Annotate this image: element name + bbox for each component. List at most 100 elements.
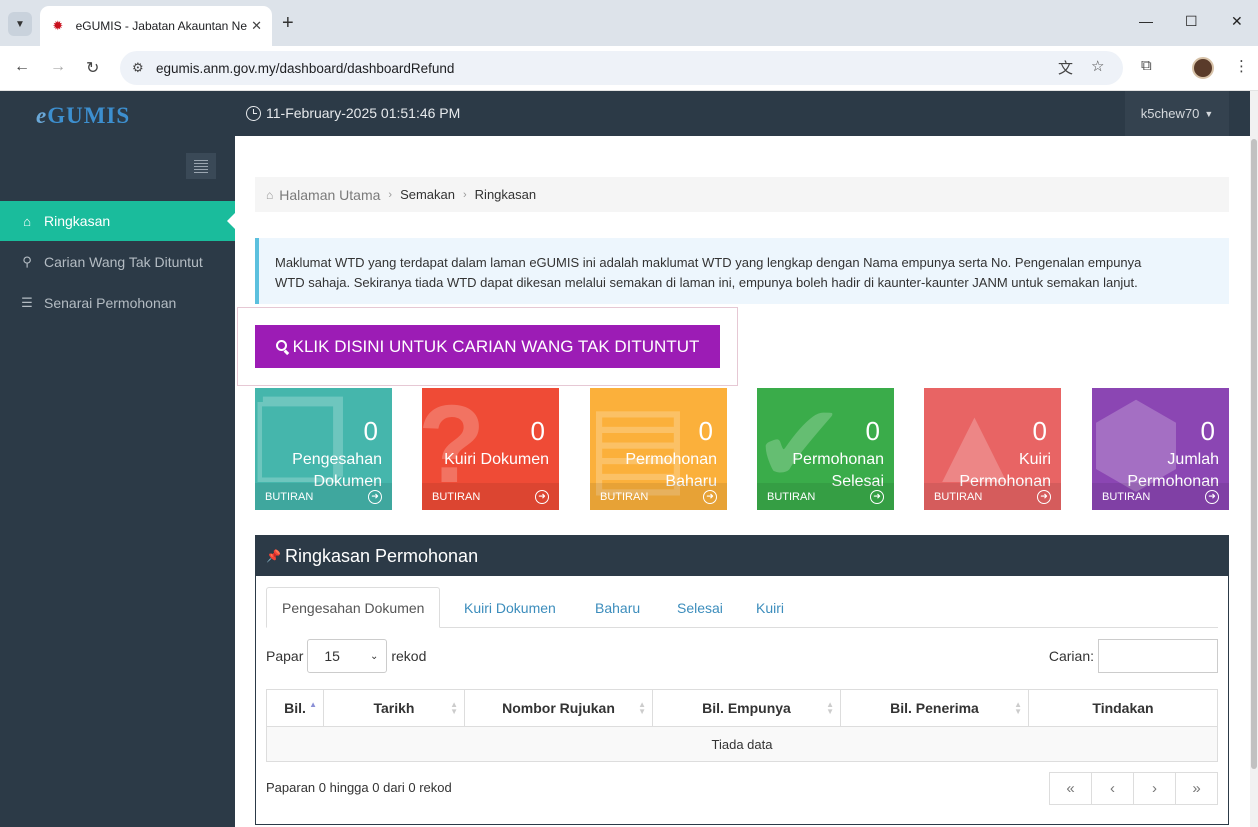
translate-icon[interactable]: 文 <box>1058 57 1073 78</box>
datetime-text: 11-February-2025 01:51:46 PM <box>266 105 461 121</box>
address-bar[interactable]: ⚙ egumis.anm.gov.my/dashboard/dashboardR… <box>120 51 1123 85</box>
page-length-select[interactable]: 15 ⌄ <box>307 639 388 673</box>
breadcrumb-semakan[interactable]: Semakan <box>400 187 455 202</box>
tile-kuiri-permohonan[interactable]: ▲ 0 Kuiri Permohonan BUTIRAN ➜ <box>924 388 1061 510</box>
sidebar-toggle-icon[interactable] <box>186 153 216 179</box>
sort-icon: ▲ ▼ <box>638 700 646 716</box>
page-scrollbar[interactable] <box>1250 91 1258 827</box>
next-page-button[interactable]: › <box>1133 772 1176 805</box>
chevron-down-icon: ▼ <box>1204 108 1214 119</box>
browser-tab[interactable]: ✹ eGUMIS - Jabatan Akauntan Ne ✕ <box>40 6 272 46</box>
breadcrumb-ringkasan: Ringkasan <box>474 187 537 202</box>
search-icon <box>275 340 287 351</box>
previous-page-button[interactable]: ‹ <box>1091 772 1134 805</box>
list-icon: ☰ <box>21 295 33 310</box>
tile-pengesahan-dokumen[interactable]: ❐ 0 Pengesahan Dokumen BUTIRAN ➜ <box>255 388 392 510</box>
sort-icon: ▲ ▼ <box>826 700 834 716</box>
sidebar-item-label: Senarai Permohonan <box>44 295 177 311</box>
cta-label: KLIK DISINI UNTUK CARIAN WANG TAK DITUNT… <box>292 336 700 356</box>
breadcrumb-home[interactable]: Halaman Utama <box>279 187 380 203</box>
tile-details-link[interactable]: BUTIRAN ➜ <box>422 483 559 510</box>
tile-permohonan-baharu[interactable]: ▤ 0 Permohonan Baharu BUTIRAN ➜ <box>590 388 727 510</box>
sidebar-item-label: Carian Wang Tak Dituntut <box>44 254 203 270</box>
applications-table: Bil. ▲ Tarikh ▲ ▼ Nombor Rujukan ▲ ▼ Bil. Emp… <box>266 689 1218 762</box>
tab-pengesahan-dokumen[interactable]: Pengesahan Dokumen <box>266 587 441 628</box>
arrow-right-icon: ➜ <box>1205 489 1219 504</box>
length-suffix: rekod <box>391 648 427 664</box>
column-header-bil-empunya[interactable]: Bil. Empunya ▲ ▼ <box>652 689 841 727</box>
tile-kuiri-dokumen[interactable]: ? 0 Kuiri Dokumen BUTIRAN ➜ <box>422 388 559 510</box>
breadcrumb-separator-icon: › <box>388 188 393 201</box>
chevron-down-icon: ⌄ <box>369 650 379 662</box>
site-info-icon[interactable]: ⚙ <box>132 60 152 76</box>
user-menu-dropdown[interactable]: k5chew70 ▼ <box>1125 91 1229 136</box>
tab-kuiri[interactable]: Kuiri <box>741 587 799 628</box>
tab-close-icon[interactable]: ✕ <box>251 18 262 34</box>
app-root: eGUMIS 11-February-2025 01:51:46 PM k5ch… <box>0 91 1258 827</box>
panel-header: 📌 Ringkasan Permohonan <box>256 536 1228 576</box>
home-icon: ⌂ <box>23 213 31 229</box>
search-unclaimed-money-button[interactable]: KLIK DISINI UNTUK CARIAN WANG TAK DITUNT… <box>255 325 720 368</box>
search-label: Carian: <box>1048 648 1094 664</box>
browser-menu-icon[interactable]: ⋮ <box>1234 57 1249 75</box>
tile-details-link[interactable]: BUTIRAN ➜ <box>255 483 392 510</box>
info-notice: Maklumat WTD yang terdapat dalam laman e… <box>255 238 1229 304</box>
empty-table-message: Tiada data <box>266 726 1218 762</box>
sidebar-item-label: Ringkasan <box>44 213 111 229</box>
maximize-icon[interactable]: ☐ <box>1185 13 1198 30</box>
breadcrumb: ⌂ Halaman Utama › Semakan › Ringkasan <box>255 177 1229 212</box>
column-header-tindakan: Tindakan <box>1028 689 1218 727</box>
length-prefix: Papar <box>266 648 304 664</box>
sort-icon: ▲ ▼ <box>450 700 458 716</box>
tile-details-link[interactable]: BUTIRAN ➜ <box>1092 483 1229 510</box>
new-tab-icon[interactable]: + <box>282 12 294 34</box>
scrollbar-thumb[interactable] <box>1251 139 1257 769</box>
url-text[interactable]: egumis.anm.gov.my/dashboard/dashboardRef… <box>156 61 454 76</box>
tab-baharu[interactable]: Baharu <box>580 587 655 628</box>
pagination: « ‹ › » <box>1049 772 1218 805</box>
tile-count: 0 <box>530 416 545 446</box>
minimize-icon[interactable]: — <box>1139 13 1153 29</box>
close-window-icon[interactable]: ✕ <box>1231 13 1243 30</box>
sidebar-item-ringkasan[interactable]: ⌂ Ringkasan <box>0 201 235 241</box>
browser-toolbar: ← → ↻ ⚙ egumis.anm.gov.my/dashboard/dash… <box>0 46 1258 91</box>
first-page-button[interactable]: « <box>1049 772 1092 805</box>
main-content: ⌂ Halaman Utama › Semakan › Ringkasan Ma… <box>235 136 1250 827</box>
tab-selesai[interactable]: Selesai <box>662 587 738 628</box>
notice-line-1: Maklumat WTD yang terdapat dalam laman e… <box>275 255 1142 270</box>
last-page-button[interactable]: » <box>1175 772 1218 805</box>
tab-search-chevron-icon[interactable]: ▼ <box>8 12 32 36</box>
column-header-bil-penerima[interactable]: Bil. Penerima ▲ ▼ <box>840 689 1029 727</box>
breadcrumb-separator-icon: › <box>463 188 467 201</box>
panel-tabs: Pengesahan Dokumen Kuiri Dokumen Baharu … <box>266 587 1218 628</box>
tile-details-link[interactable]: BUTIRAN ➜ <box>590 483 727 510</box>
tile-count: 0 <box>698 416 713 446</box>
sidebar-item-carian[interactable]: ⚲ Carian Wang Tak Dituntut <box>0 242 235 282</box>
search-icon: ⚲ <box>22 254 32 269</box>
sidebar-item-senarai[interactable]: ☰ Senarai Permohonan <box>0 283 235 323</box>
current-datetime: 11-February-2025 01:51:46 PM <box>246 105 460 121</box>
pin-icon: 📌 <box>266 549 281 563</box>
table-search-input[interactable] <box>1098 639 1218 673</box>
table-row: Tiada data <box>266 726 1218 762</box>
bookmark-star-icon[interactable]: ☆ <box>1091 57 1104 75</box>
extensions-icon[interactable]: ⧉ <box>1141 57 1152 74</box>
reload-icon[interactable]: ↻ <box>86 58 99 78</box>
column-header-tarikh[interactable]: Tarikh ▲ ▼ <box>323 689 465 727</box>
profile-avatar[interactable] <box>1192 57 1214 79</box>
tile-details-link[interactable]: BUTIRAN ➜ <box>757 483 894 510</box>
arrow-right-icon: ➜ <box>870 489 884 504</box>
tile-label: Kuiri Dokumen <box>444 451 549 468</box>
column-header-nombor-rujukan[interactable]: Nombor Rujukan ▲ ▼ <box>464 689 653 727</box>
forward-icon[interactable]: → <box>50 58 66 76</box>
page-length-control: Papar 15 ⌄ rekod <box>266 639 426 673</box>
tile-details-link[interactable]: BUTIRAN ➜ <box>924 483 1061 510</box>
tile-jumlah-permohonan[interactable]: ⬢ 0 Jumlah Permohonan BUTIRAN ➜ <box>1092 388 1229 510</box>
tab-kuiri-dokumen[interactable]: Kuiri Dokumen <box>449 587 571 628</box>
back-icon[interactable]: ← <box>14 58 30 76</box>
egumis-logo[interactable]: eGUMIS <box>36 103 130 129</box>
arrow-right-icon: ➜ <box>703 489 717 504</box>
column-header-bil[interactable]: Bil. ▲ <box>266 689 324 727</box>
tile-permohonan-selesai[interactable]: ✔ 0 Permohonan Selesai BUTIRAN ➜ <box>757 388 894 510</box>
arrow-right-icon: ➜ <box>1037 489 1051 504</box>
